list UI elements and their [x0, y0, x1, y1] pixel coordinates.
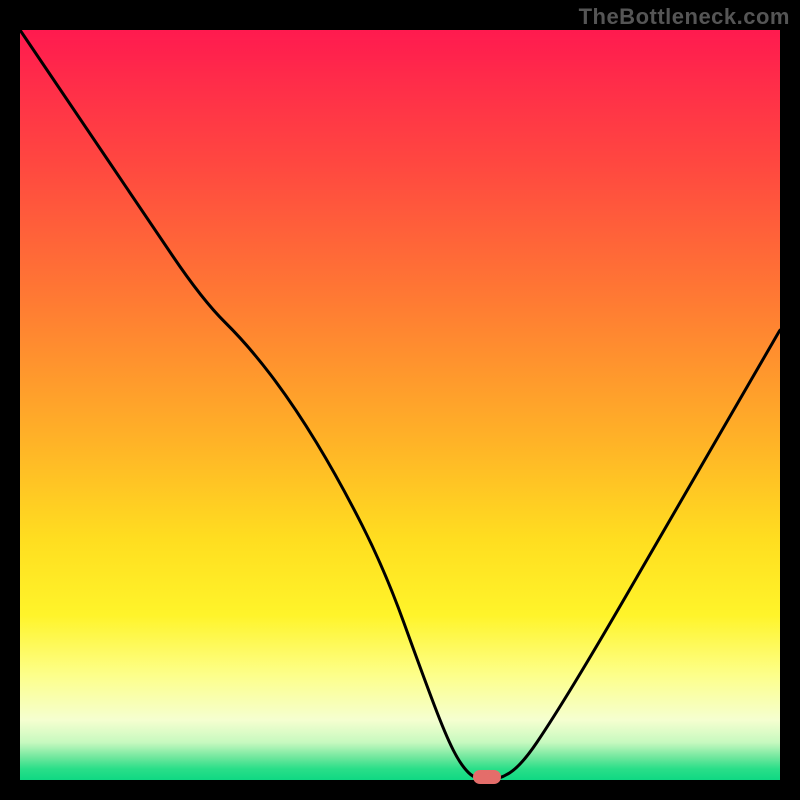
chart-frame: TheBottleneck.com: [0, 0, 800, 800]
plot-area: [20, 30, 780, 780]
bottleneck-curve-path: [20, 30, 780, 780]
watermark-text: TheBottleneck.com: [579, 4, 790, 30]
curve-svg: [20, 30, 780, 780]
optimal-marker: [473, 770, 501, 784]
